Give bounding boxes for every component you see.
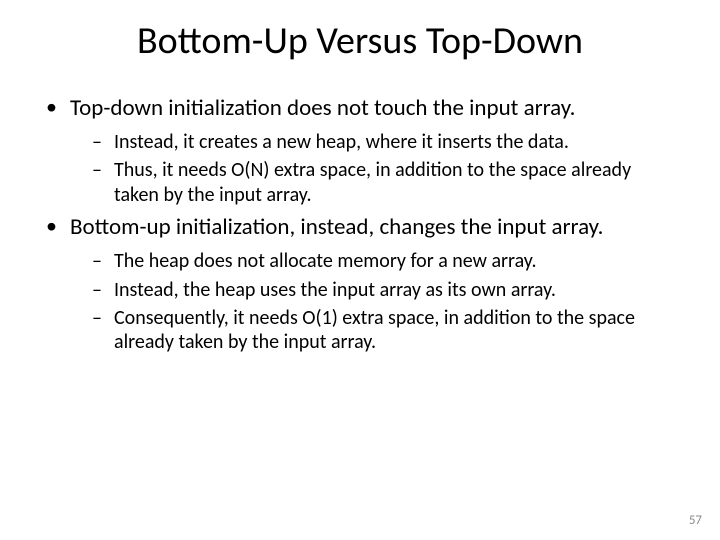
bullet-text: Top-down initialization does not touch t… [70,94,575,122]
list-item: Bottom-up initialization, instead, chang… [40,213,680,355]
bullet-list: Top-down initialization does not touch t… [40,94,680,355]
list-item: Consequently, it needs O(1) extra space,… [92,306,680,355]
slide-title: Bottom-Up Versus Top-Down [40,18,680,64]
sub-bullet-list: Instead, it creates a new heap, where it… [70,130,680,207]
slide: Bottom-Up Versus Top-Down Top-down initi… [0,0,720,540]
list-item: Instead, the heap uses the input array a… [92,278,680,302]
list-item: Thus, it needs O(N) extra space, in addi… [92,158,680,207]
slide-number: 57 [689,513,702,528]
sub-bullet-text: Instead, it creates a new heap, where it… [114,130,569,154]
list-item: Instead, it creates a new heap, where it… [92,130,680,154]
list-item: The heap does not allocate memory for a … [92,249,680,273]
sub-bullet-text: Consequently, it needs O(1) extra space,… [114,306,635,354]
sub-bullet-text: Thus, it needs O(N) extra space, in addi… [114,158,631,206]
list-item: Top-down initialization does not touch t… [40,94,680,207]
slide-content: Top-down initialization does not touch t… [40,94,680,355]
sub-bullet-text: Instead, the heap uses the input array a… [114,278,556,302]
sub-bullet-list: The heap does not allocate memory for a … [70,249,680,355]
bullet-text: Bottom-up initialization, instead, chang… [70,213,603,241]
sub-bullet-text: The heap does not allocate memory for a … [114,249,537,273]
